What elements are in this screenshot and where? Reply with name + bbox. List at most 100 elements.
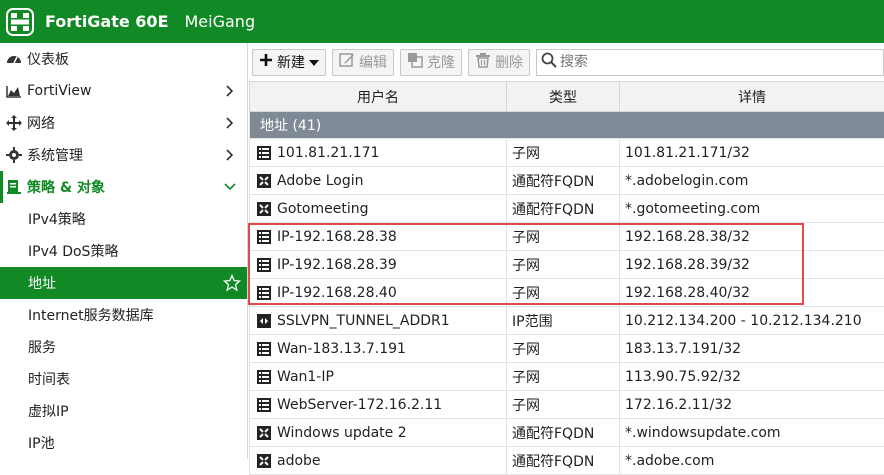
favorite-star-icon[interactable]	[223, 274, 241, 296]
cell-name: adobe	[250, 447, 507, 475]
sidebar-subitem-label: IPv4策略	[28, 209, 86, 229]
new-button[interactable]: 新建	[252, 49, 326, 76]
table-row[interactable]: Wan1-IP子网113.90.75.92/32	[250, 363, 884, 391]
delete-button[interactable]: 删除	[468, 49, 530, 76]
hostname: MeiGang	[185, 12, 256, 31]
subnet-icon	[255, 396, 273, 414]
sidebar-subitem-ipv4-policy[interactable]: IPv4策略	[0, 203, 247, 235]
table-row[interactable]: 101.81.21.171子网101.81.21.171/32	[250, 139, 884, 167]
sidebar-subitem-label: 服务	[28, 337, 56, 357]
cell-name: 101.81.21.171	[250, 139, 507, 167]
sidebar-subitem-services[interactable]: 服务	[0, 331, 247, 363]
address-name: Adobe Login	[277, 173, 364, 189]
column-header-details[interactable]: 详情	[620, 82, 884, 112]
cell-details: 183.13.7.191/32	[620, 335, 884, 363]
address-name: SSLVPN_TUNNEL_ADDR1	[277, 313, 450, 329]
sidebar-subitem-virtual-ip[interactable]: 虚拟IP	[0, 395, 247, 427]
column-header-type[interactable]: 类型	[507, 82, 620, 112]
chevron-down-icon	[223, 179, 237, 195]
search-box[interactable]	[536, 49, 884, 76]
sidebar-item-network[interactable]: 网络	[0, 107, 247, 139]
cell-name: IP-192.168.28.40	[250, 279, 507, 307]
cell-details: 101.81.21.171/32	[620, 139, 884, 167]
cell-name: WebServer-172.16.2.11	[250, 391, 507, 419]
edit-button[interactable]: 编辑	[332, 49, 394, 76]
cell-type: 通配符FQDN	[507, 447, 620, 475]
sidebar-subitem-schedules[interactable]: 时间表	[0, 363, 247, 395]
cell-type: 子网	[507, 391, 620, 419]
cell-type: 子网	[507, 363, 620, 391]
group-header-row[interactable]: 地址 (41)	[250, 112, 884, 139]
table-row[interactable]: WebServer-172.16.2.11 子网172.16.2.11/32	[250, 391, 884, 419]
table-header-row: 用户名 类型 详情	[250, 82, 884, 112]
table-row[interactable]: IP-192.168.28.39 子网192.168.28.39/32	[250, 251, 884, 279]
cell-name: Adobe Login	[250, 167, 507, 195]
fqdn-icon	[255, 452, 273, 470]
sidebar-item-label: 网络	[27, 113, 55, 133]
fqdn-icon	[255, 424, 273, 442]
sidebar: 仪表板 FortiView 网络 系统管理 策略 & 对象	[0, 43, 248, 459]
subnet-icon	[255, 144, 273, 162]
table-row[interactable]: Adobe Login通配符FQDN*.adobelogin.com	[250, 167, 884, 195]
main-content: 新建 编辑 克隆 删除	[249, 43, 884, 459]
cell-details: 192.168.28.39/32	[620, 251, 884, 279]
cell-details: *.gotomeeting.com	[620, 195, 884, 223]
trash-icon	[475, 52, 491, 72]
cell-details: 192.168.28.38/32	[620, 223, 884, 251]
address-name: Wan-183.13.7.191	[277, 341, 406, 357]
address-name: IP-192.168.28.40	[277, 285, 397, 301]
cell-details: 172.16.2.11/32	[620, 391, 884, 419]
cell-name: Wan-183.13.7.191	[250, 335, 507, 363]
clone-icon	[407, 52, 423, 72]
address-name: WebServer-172.16.2.11	[277, 397, 442, 413]
network-icon	[5, 114, 23, 132]
sidebar-subitem-internet-service-db[interactable]: Internet服务数据库	[0, 299, 247, 331]
sidebar-item-dashboard[interactable]: 仪表板	[0, 43, 247, 75]
address-name: IP-192.168.28.39	[277, 257, 397, 273]
toolbar: 新建 编辑 克隆 删除	[249, 43, 884, 81]
edit-button-label: 编辑	[359, 52, 387, 72]
sidebar-subitem-ipv4-dos-policy[interactable]: IPv4 DoS策略	[0, 235, 247, 267]
cell-details: *.adobelogin.com	[620, 167, 884, 195]
sidebar-subitem-label: 地址	[28, 273, 56, 293]
top-bar: FortiGate 60E MeiGang	[0, 0, 884, 43]
column-header-name[interactable]: 用户名	[250, 82, 507, 112]
sidebar-item-label: 仪表板	[27, 49, 69, 69]
product-name: FortiGate 60E	[45, 12, 169, 31]
sidebar-item-label: 系统管理	[27, 145, 83, 165]
cell-name: IP-192.168.28.39	[250, 251, 507, 279]
table-row[interactable]: Gotomeeting通配符FQDN*.gotomeeting.com	[250, 195, 884, 223]
search-icon	[541, 52, 557, 72]
table-row[interactable]: IP-192.168.28.38子网192.168.28.38/32	[250, 223, 884, 251]
address-name: Wan1-IP	[277, 369, 334, 385]
cell-type: 子网	[507, 251, 620, 279]
table-row[interactable]: SSLVPN_TUNNEL_ADDR1IP范围10.212.134.200 - …	[250, 307, 884, 335]
delete-button-label: 删除	[495, 52, 523, 72]
address-table: 用户名 类型 详情 地址 (41) 101.81.21.171子网101.81.…	[249, 81, 884, 475]
edit-icon	[339, 52, 355, 72]
clone-button[interactable]: 克隆	[400, 49, 462, 76]
subnet-icon	[255, 256, 273, 274]
subnet-icon	[255, 284, 273, 302]
chart-icon	[5, 82, 23, 100]
table-row[interactable]: Windows update 2通配符FQDN*.windowsupdate.c…	[250, 419, 884, 447]
cell-name: IP-192.168.28.38	[250, 223, 507, 251]
cell-type: 子网	[507, 335, 620, 363]
range-icon	[255, 312, 273, 330]
search-input[interactable]	[560, 54, 810, 70]
address-name: 101.81.21.171	[277, 145, 379, 161]
sidebar-subitem-addresses[interactable]: 地址	[0, 267, 247, 299]
cell-name: SSLVPN_TUNNEL_ADDR1	[250, 307, 507, 335]
sidebar-item-fortiview[interactable]: FortiView	[0, 75, 247, 107]
table-row[interactable]: IP-192.168.28.40子网192.168.28.40/32	[250, 279, 884, 307]
sidebar-item-system[interactable]: 系统管理	[0, 139, 247, 171]
new-button-label: 新建	[277, 52, 305, 72]
table-row[interactable]: Wan-183.13.7.191 子网183.13.7.191/32	[250, 335, 884, 363]
sidebar-subitem-label: IPv4 DoS策略	[28, 241, 118, 261]
sidebar-subitem-label: Internet服务数据库	[28, 305, 154, 325]
chevron-right-icon	[223, 115, 237, 131]
sidebar-subitem-ip-pool[interactable]: IP池	[0, 427, 247, 459]
sidebar-item-policy-objects[interactable]: 策略 & 对象	[0, 171, 247, 203]
table-row[interactable]: adobe通配符FQDN*.adobe.com	[250, 447, 884, 475]
fqdn-icon	[255, 200, 273, 218]
